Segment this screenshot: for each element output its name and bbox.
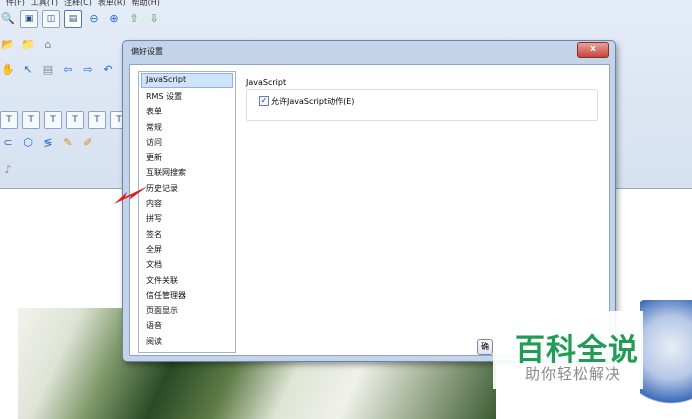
document-photo-right	[640, 300, 692, 419]
save-folder-icon[interactable]: 📁	[20, 37, 36, 53]
category-item[interactable]: 文件关联	[139, 273, 235, 288]
pane-title: JavaScript	[246, 78, 287, 87]
home-icon[interactable]: ⌂	[40, 37, 56, 53]
underline-icon[interactable]: T	[66, 111, 84, 129]
category-item[interactable]: 表单	[139, 104, 235, 119]
zoom-in-icon[interactable]: ⊕	[106, 11, 122, 27]
watermark-subtitle: 助你轻松解决	[525, 365, 622, 383]
enable-javascript-checkbox[interactable]: ✓	[259, 96, 269, 106]
fit-page-icon[interactable]: ▣	[20, 10, 38, 28]
category-item[interactable]: 更新	[139, 150, 235, 165]
menu-item[interactable]: 注释(C)	[64, 0, 92, 6]
strikeout-icon[interactable]: T	[44, 111, 62, 129]
toolbar-row: 📂 📁 ⌂	[0, 35, 56, 55]
text-select-icon[interactable]: ▤	[40, 62, 56, 78]
red-annotation-arrow	[114, 186, 148, 204]
category-item[interactable]: RMS 设置	[139, 89, 235, 104]
pencil-icon[interactable]: ✎	[60, 135, 76, 151]
category-item[interactable]: JavaScript	[141, 73, 233, 88]
settings-pane: JavaScript ✓ 允许JavaScript动作(E)	[242, 71, 602, 351]
toolbar-row: ♪	[0, 160, 16, 180]
ok-button[interactable]: 确	[477, 339, 493, 355]
page-down-icon[interactable]: ⇩	[146, 11, 162, 27]
toolbar-row: 🔍 ▣ ◫ ▤ ⊖ ⊕ ⇧ ⇩	[0, 9, 162, 29]
category-item[interactable]: 拼写	[139, 211, 235, 226]
menu-bar: 件(F) 工具(T) 注释(C) 表单(R) 帮助(H)	[0, 0, 692, 6]
select-tool-icon[interactable]: ↖	[20, 62, 36, 78]
zoom-icon[interactable]: 🔍	[0, 11, 16, 27]
page-up-icon[interactable]: ⇧	[126, 11, 142, 27]
category-item[interactable]: 页面显示	[139, 303, 235, 318]
back-icon[interactable]: ⇦	[60, 62, 76, 78]
menu-item[interactable]: 帮助(H)	[132, 0, 160, 6]
category-item[interactable]: 常规	[139, 120, 235, 135]
category-item[interactable]: 互联网搜索	[139, 165, 235, 180]
eraser-icon[interactable]: ✐	[80, 135, 96, 151]
category-item[interactable]: 签名	[139, 227, 235, 242]
forward-icon[interactable]: ⇨	[80, 62, 96, 78]
category-item[interactable]: 阅读	[139, 334, 235, 349]
text-tool-icon[interactable]: T	[0, 111, 18, 129]
toolbar-row: ✋ ↖ ▤ ⇦ ⇨ ↶	[0, 60, 116, 80]
toolbar-row: TTTTTT	[0, 110, 128, 130]
text-box-icon[interactable]: T	[22, 111, 40, 129]
insert-text-icon[interactable]: T	[88, 111, 106, 129]
category-item[interactable]: 全屏	[139, 242, 235, 257]
category-item[interactable]: 文档	[139, 257, 235, 272]
polygon-line-icon[interactable]: ⊂	[0, 135, 16, 151]
polygon-icon[interactable]: ⬡	[20, 135, 36, 151]
actual-size-icon[interactable]: ▤	[64, 10, 82, 28]
watermark: 百科全说 助你轻松解决	[493, 311, 643, 389]
category-item[interactable]: 信任管理器	[139, 288, 235, 303]
sound-icon[interactable]: ♪	[0, 162, 16, 178]
category-item[interactable]: 语音	[139, 318, 235, 333]
close-button[interactable]: x	[577, 42, 609, 58]
hand-tool-icon[interactable]: ✋	[0, 62, 16, 78]
fit-width-icon[interactable]: ◫	[42, 10, 60, 28]
category-list[interactable]: JavaScript RMS 设置 表单 常规 访问 更新 互联网搜索 历史记录 内容 拼写 签名全…	[138, 71, 236, 353]
menu-item[interactable]: 件(F)	[6, 0, 25, 6]
category-item[interactable]: 访问	[139, 135, 235, 150]
menu-item[interactable]: 表单(R)	[98, 0, 126, 6]
menu-item[interactable]: 工具(T)	[31, 0, 58, 6]
dialog-title: 偏好设置	[131, 47, 163, 56]
category-item[interactable]: 历史记录	[139, 181, 235, 196]
enable-javascript-label: 允许JavaScript动作(E)	[271, 97, 355, 106]
javascript-group: ✓ 允许JavaScript动作(E)	[246, 89, 598, 121]
zoom-out-icon[interactable]: ⊖	[86, 11, 102, 27]
category-item[interactable]: 内容	[139, 196, 235, 211]
undo-icon[interactable]: ↶	[100, 62, 116, 78]
open-folder-icon[interactable]: 📂	[0, 37, 16, 53]
toolbar-row: ⊂ ⬡ ≶ ✎ ✐	[0, 133, 96, 153]
squiggly-icon[interactable]: ≶	[40, 135, 56, 151]
